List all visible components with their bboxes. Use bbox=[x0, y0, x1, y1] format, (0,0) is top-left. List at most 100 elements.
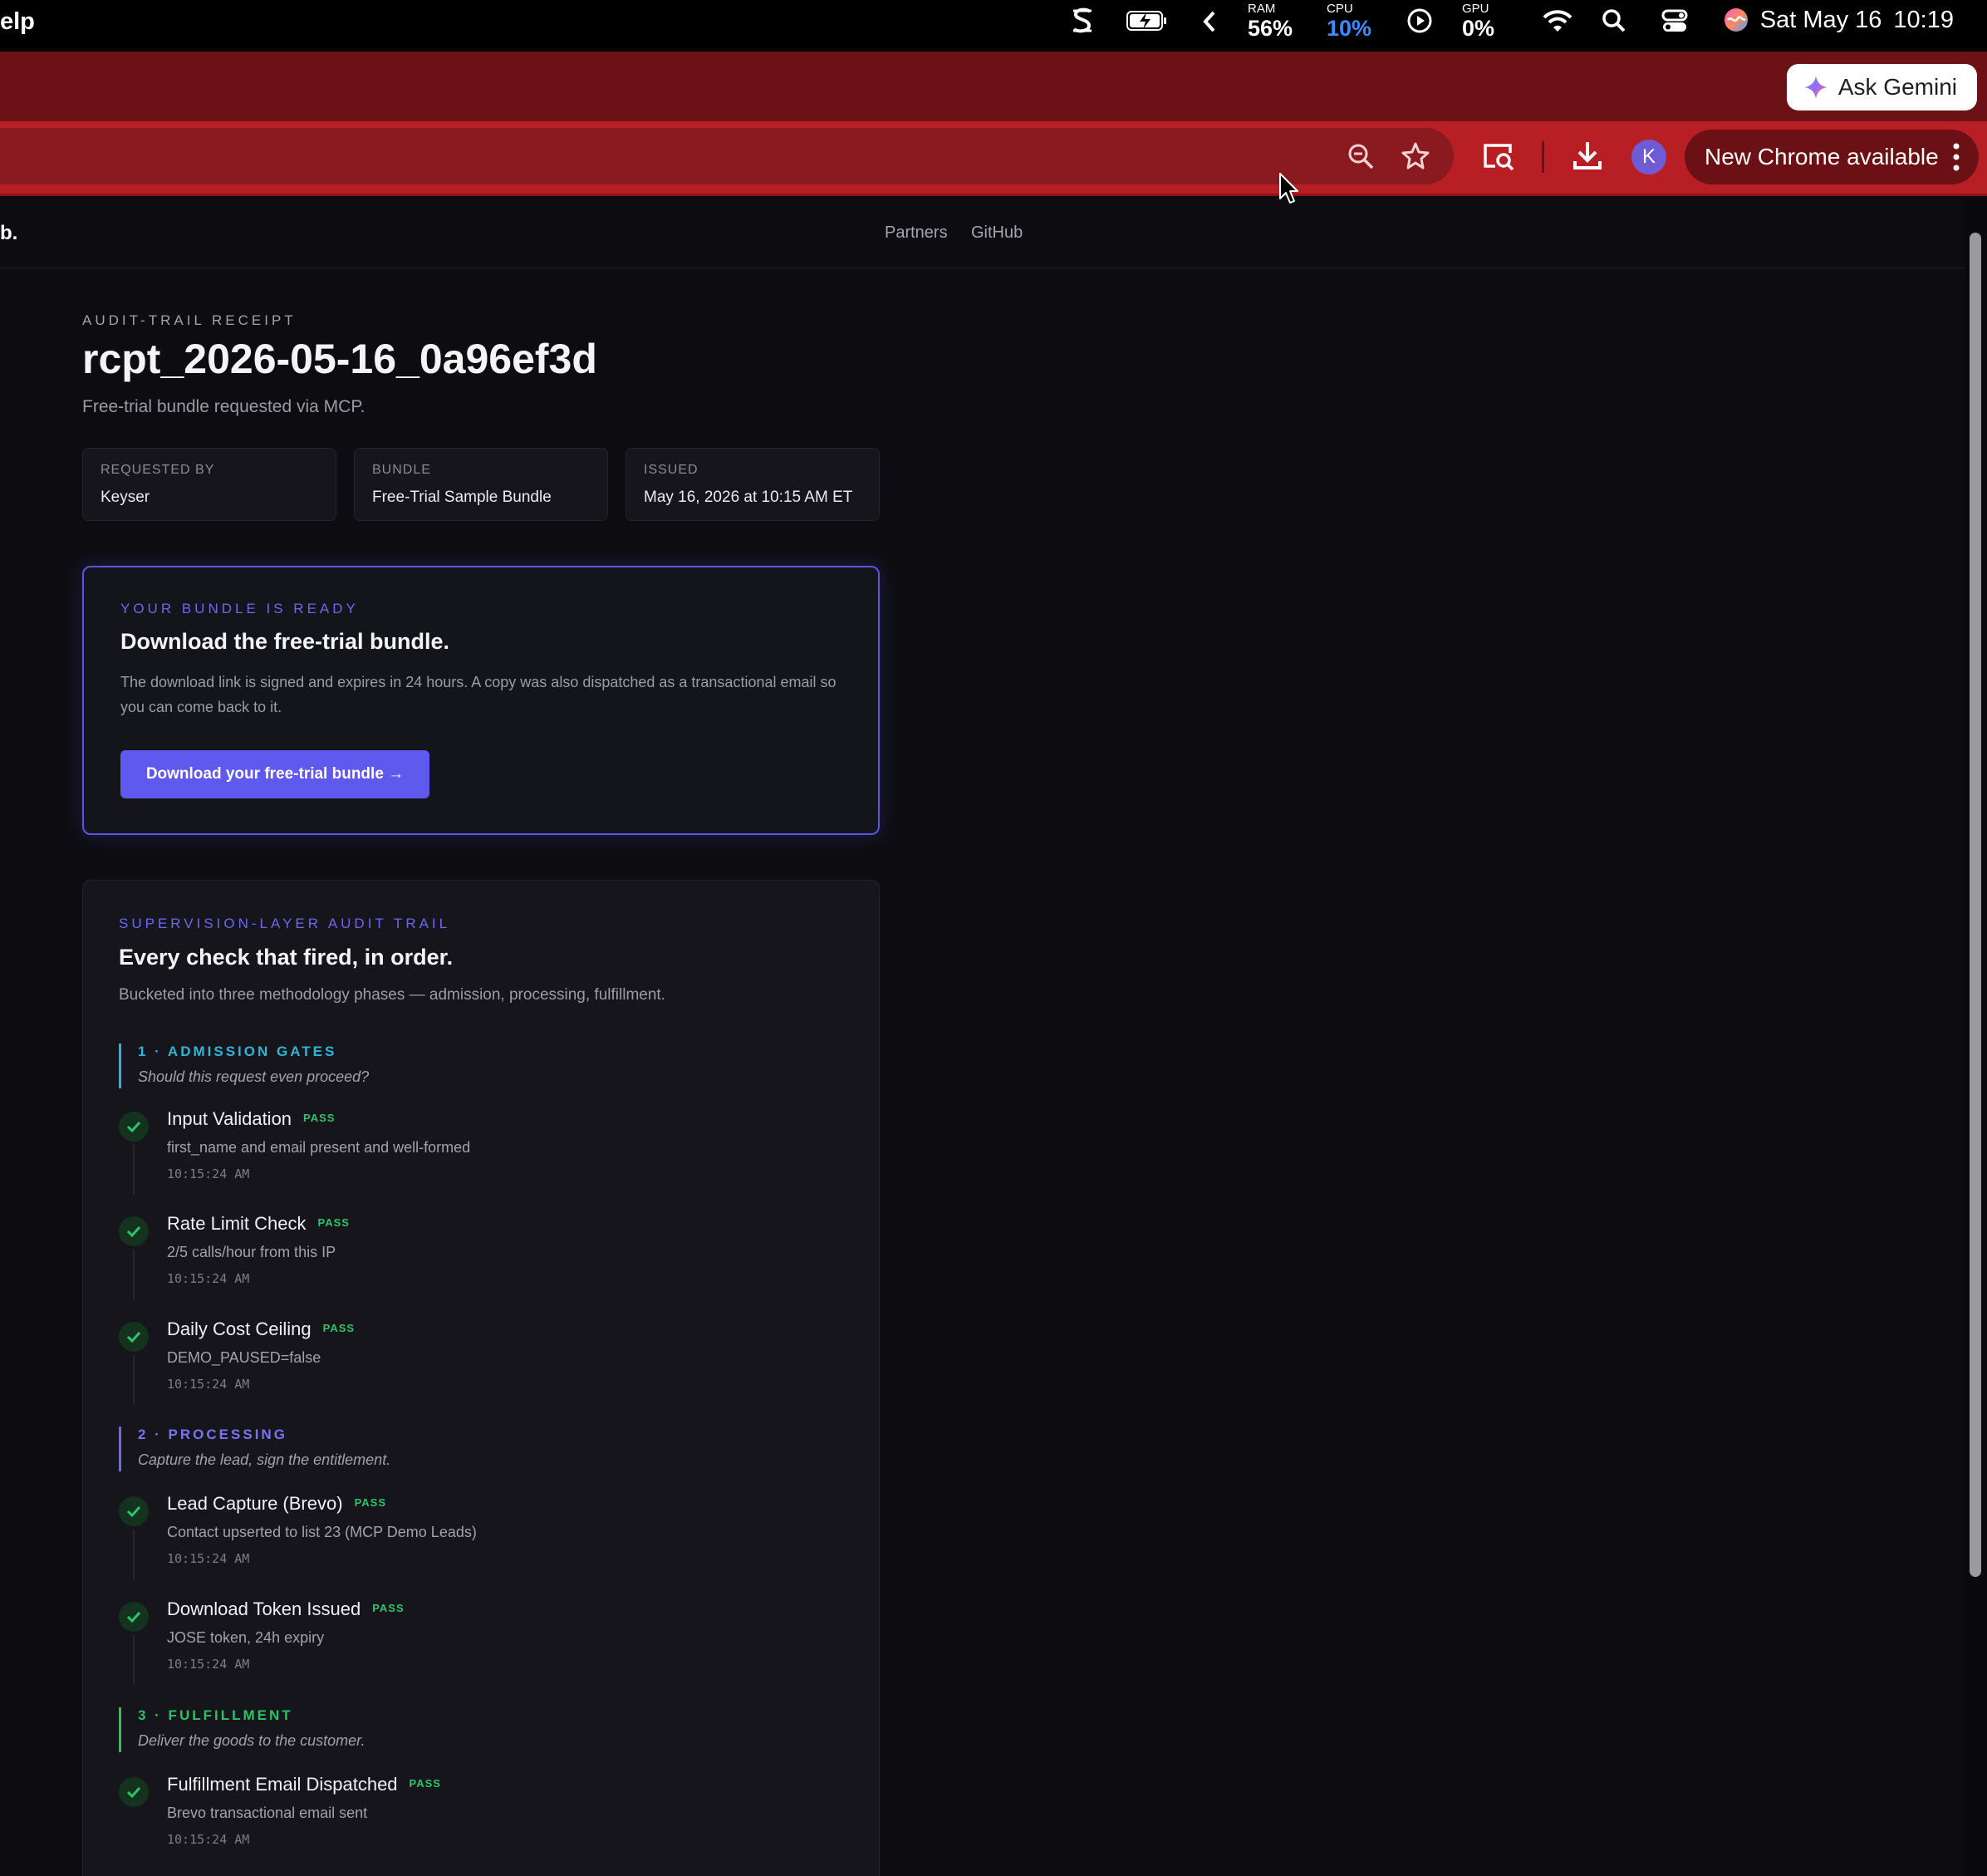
check-rate-limit: Rate Limit Check PASS 2/5 calls/hour from… bbox=[119, 1213, 833, 1299]
battery-charging-icon[interactable] bbox=[1126, 10, 1168, 36]
check-name: Daily Cost Ceiling bbox=[167, 1319, 312, 1339]
check-download-token: Download Token Issued PASS JOSE token, 24… bbox=[119, 1599, 833, 1685]
cpu-stat: CPU 10% bbox=[1327, 2, 1372, 42]
ask-gemini-label: Ask Gemini bbox=[1837, 74, 1957, 100]
new-chrome-available-button[interactable]: New Chrome available bbox=[1685, 130, 1979, 184]
bundle-ready-kicker: YOUR BUNDLE IS READY bbox=[120, 601, 359, 616]
audit-trail-card: SUPERVISION-LAYER AUDIT TRAIL Every chec… bbox=[82, 880, 880, 1876]
nav-link-github[interactable]: GitHub bbox=[971, 223, 1023, 243]
check-pass-icon bbox=[119, 1496, 149, 1526]
phase-admission-gates: 1 · ADMISSION GATES Should this request … bbox=[119, 1044, 369, 1088]
meta-requested-by: REQUESTED BY Keyser bbox=[82, 448, 336, 521]
check-time: 10:15:24 AM bbox=[167, 1377, 250, 1392]
check-name: Fulfillment Email Dispatched bbox=[167, 1774, 398, 1795]
status-badge: PASS bbox=[317, 1216, 350, 1229]
receipt-id: rcpt_2026-05-16_0a96ef3d bbox=[82, 336, 597, 382]
status-badge: PASS bbox=[372, 1602, 405, 1614]
check-name-row: Fulfillment Email Dispatched PASS bbox=[167, 1774, 441, 1795]
ram-stat: RAM 56% bbox=[1248, 2, 1293, 42]
bookmark-star-icon[interactable] bbox=[1401, 141, 1430, 171]
address-bar[interactable] bbox=[0, 128, 1454, 184]
check-time: 10:15:24 AM bbox=[167, 1832, 250, 1847]
check-time: 10:15:24 AM bbox=[167, 1657, 250, 1672]
check-detail: first_name and email present and well-fo… bbox=[167, 1139, 471, 1156]
audit-trail-title: Every check that fired, in order. bbox=[119, 945, 454, 970]
check-detail: JOSE token, 24h expiry bbox=[167, 1629, 325, 1646]
phase-description: Capture the lead, sign the entitlement. bbox=[138, 1451, 391, 1468]
check-detail: Contact upserted to list 23 (MCP Demo Le… bbox=[167, 1524, 477, 1540]
check-detail: DEMO_PAUSED=false bbox=[167, 1349, 321, 1366]
page-scrollbar-thumb[interactable] bbox=[1970, 233, 1981, 1577]
receipt-subtitle: Free-trial bundle requested via MCP. bbox=[82, 397, 366, 416]
check-fulfillment-email: Fulfillment Email Dispatched PASS Brevo t… bbox=[119, 1774, 833, 1857]
check-name-row: Input Validation PASS bbox=[167, 1108, 335, 1130]
new-chrome-label: New Chrome available bbox=[1705, 144, 1939, 169]
check-detail: 2/5 calls/hour from this IP bbox=[167, 1244, 336, 1260]
check-daily-cost-ceiling: Daily Cost Ceiling PASS DEMO_PAUSED=false… bbox=[119, 1319, 833, 1405]
check-pass-icon bbox=[119, 1777, 149, 1807]
site-nav: b. Partners GitHub bbox=[0, 199, 1965, 268]
meta-key: REQUESTED BY bbox=[101, 463, 215, 477]
bundle-ready-title: Download the free-trial bundle. bbox=[120, 629, 450, 654]
browser-tab-strip: Ask Gemini bbox=[0, 52, 1987, 121]
check-name: Rate Limit Check bbox=[167, 1213, 307, 1234]
phase-description: Should this request even proceed? bbox=[138, 1068, 370, 1085]
stripe-s-icon[interactable] bbox=[1070, 7, 1095, 39]
profile-avatar[interactable]: K bbox=[1631, 140, 1666, 174]
mouse-cursor-icon bbox=[1279, 173, 1298, 204]
check-name-row: Rate Limit Check PASS bbox=[167, 1213, 350, 1235]
phase-title: 1 · ADMISSION GATES bbox=[138, 1044, 337, 1059]
meta-key: ISSUED bbox=[644, 463, 699, 477]
check-name: Lead Capture (Brevo) bbox=[167, 1493, 343, 1514]
receipt-eyebrow: AUDIT-TRAIL RECEIPT bbox=[82, 312, 297, 328]
status-badge: PASS bbox=[303, 1112, 336, 1124]
macos-menu-bar: elp RAM 56% CPU 10% GPU 0% Sat May 16 10:… bbox=[0, 0, 1987, 52]
check-time: 10:15:24 AM bbox=[167, 1166, 250, 1181]
download-icon[interactable] bbox=[1572, 140, 1602, 171]
timeline-rail bbox=[133, 1250, 135, 1299]
download-bundle-button[interactable]: Download your free-trial bundle → bbox=[120, 750, 429, 798]
meta-key: BUNDLE bbox=[372, 463, 431, 477]
siri-icon[interactable] bbox=[1723, 7, 1749, 37]
control-center-icon[interactable] bbox=[1661, 8, 1688, 37]
more-vert-icon[interactable] bbox=[1952, 140, 1960, 174]
check-time: 10:15:24 AM bbox=[167, 1551, 250, 1566]
wifi-icon[interactable] bbox=[1542, 8, 1573, 37]
phase-title: 3 · FULFILLMENT bbox=[138, 1707, 293, 1723]
site-brand[interactable]: b. bbox=[0, 222, 17, 245]
meta-value: Keyser bbox=[101, 489, 150, 506]
meta-bundle: BUNDLE Free-Trial Sample Bundle bbox=[354, 448, 608, 521]
browser-toolbar: K New Chrome available bbox=[0, 121, 1987, 196]
check-pass-icon bbox=[119, 1322, 149, 1352]
nav-link-partners[interactable]: Partners bbox=[885, 223, 948, 243]
menu-item-help[interactable]: elp bbox=[0, 8, 35, 36]
check-pass-icon bbox=[119, 1216, 149, 1246]
spotlight-search-icon[interactable] bbox=[1602, 8, 1626, 37]
zoom-out-icon[interactable] bbox=[1346, 141, 1376, 171]
timeline-rail bbox=[133, 1145, 135, 1195]
phase-title: 2 · PROCESSING bbox=[138, 1427, 287, 1442]
timeline-rail bbox=[133, 1355, 135, 1405]
ask-gemini-button[interactable]: Ask Gemini bbox=[1786, 64, 1977, 110]
meta-value: May 16, 2026 at 10:15 AM ET bbox=[644, 489, 853, 506]
gemini-star-icon bbox=[1803, 76, 1828, 99]
status-badge: PASS bbox=[354, 1496, 386, 1509]
meta-value: Free-Trial Sample Bundle bbox=[372, 489, 552, 506]
timeline-rail bbox=[133, 1635, 135, 1685]
check-name: Input Validation bbox=[167, 1108, 292, 1129]
search-tab-icon[interactable] bbox=[1482, 141, 1515, 171]
phase-fulfillment: 3 · FULFILLMENT Deliver the goods to the… bbox=[119, 1707, 365, 1752]
status-badge: PASS bbox=[322, 1322, 356, 1334]
timeline-rail bbox=[133, 1530, 135, 1579]
gpu-stat: GPU 0% bbox=[1462, 2, 1495, 42]
play-circle-icon[interactable] bbox=[1406, 7, 1433, 38]
chevron-left-icon[interactable] bbox=[1203, 10, 1216, 37]
check-lead-capture: Lead Capture (Brevo) PASS Contact upserte… bbox=[119, 1493, 833, 1579]
menubar-clock[interactable]: Sat May 16 10:19 bbox=[1760, 7, 1954, 34]
check-pass-icon bbox=[119, 1602, 149, 1632]
status-badge: PASS bbox=[409, 1777, 441, 1790]
bundle-ready-card: YOUR BUNDLE IS READY Download the free-t… bbox=[82, 566, 880, 835]
check-name-row: Daily Cost Ceiling PASS bbox=[167, 1319, 355, 1340]
check-name-row: Lead Capture (Brevo) PASS bbox=[167, 1493, 386, 1515]
check-pass-icon bbox=[119, 1112, 149, 1142]
